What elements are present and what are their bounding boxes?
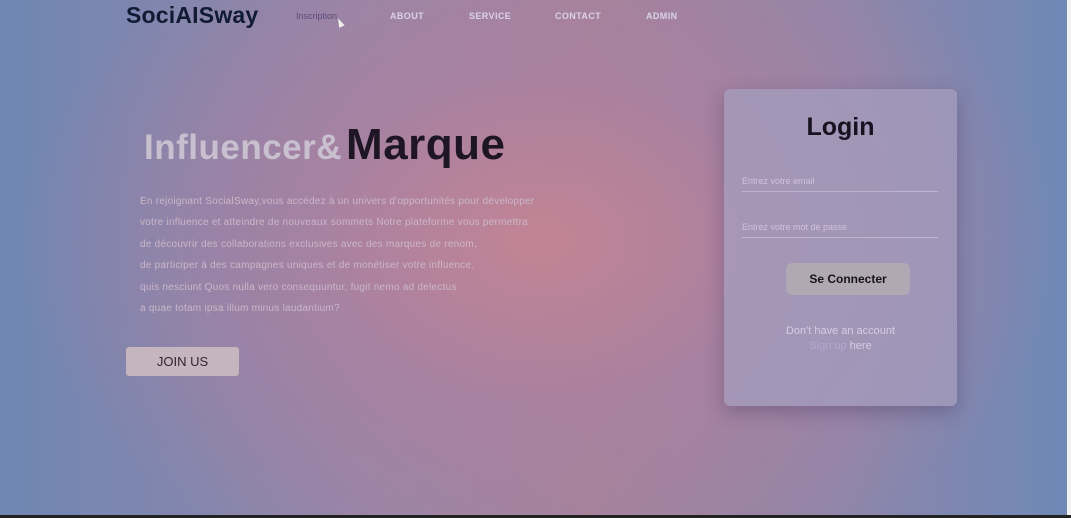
brand-logo[interactable]: SociAISway	[126, 2, 258, 29]
hero-paragraph: En rejoignant SocialSway,vous accédez à …	[140, 191, 660, 319]
hero-paragraph-line: a quae totam ipsa illum minus laudantium…	[140, 303, 340, 315]
hero-paragraph-line: votre influence et atteindre de nouveaux…	[140, 217, 528, 229]
hero-title: Influencer&Marque	[144, 120, 506, 170]
password-field[interactable]	[742, 217, 938, 238]
nav-link-about[interactable]: ABOUT	[390, 11, 424, 21]
signup-prompt: Don't have an account Sign up here	[724, 324, 957, 354]
navbar: SociAISway Inscription ABOUT SERVICE CON…	[0, 0, 1067, 34]
login-button[interactable]: Se Connecter	[786, 263, 910, 295]
login-title: Login	[806, 113, 875, 141]
signup-link[interactable]: Sign up	[809, 340, 846, 352]
signup-suffix-text: here	[846, 340, 872, 352]
join-us-button[interactable]: JOIN US	[126, 347, 239, 376]
login-card: Login Se Connecter Don't have an account…	[724, 89, 957, 406]
hero-paragraph-line: En rejoignant SocialSway,vous accédez à …	[140, 196, 535, 207]
window-edge	[1067, 0, 1071, 518]
hero-title-light: Influencer&	[144, 128, 343, 167]
no-account-text: Don't have an account	[785, 325, 896, 337]
hero-paragraph-line: de participer à des campagnes uniques et…	[140, 260, 475, 272]
nav-link-inscription[interactable]: Inscription	[296, 11, 337, 21]
mouse-cursor-icon	[335, 17, 345, 28]
hero-title-dark: Marque	[346, 120, 506, 169]
email-field[interactable]	[742, 171, 938, 192]
nav-link-admin[interactable]: ADMIN	[646, 11, 678, 21]
nav-link-service[interactable]: SERVICE	[469, 11, 511, 21]
hero-paragraph-line: quis nesciunt Quos nulla vero consequunt…	[140, 281, 457, 293]
nav-link-contact[interactable]: CONTACT	[555, 11, 601, 21]
hero-paragraph-line: de découvrir des collaborations exclusiv…	[140, 238, 477, 250]
